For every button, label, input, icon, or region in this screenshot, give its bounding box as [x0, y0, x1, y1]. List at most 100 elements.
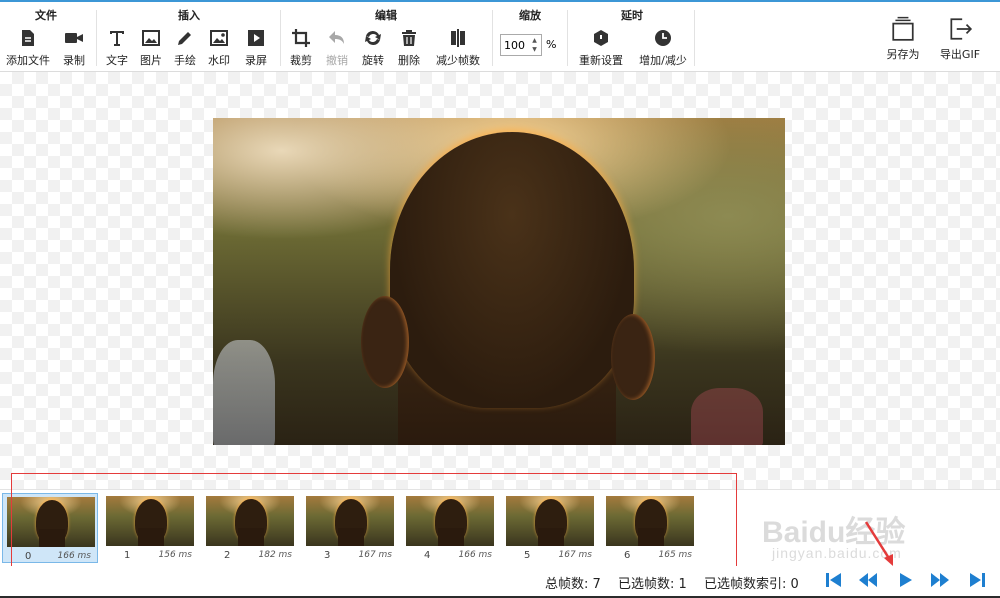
frame-thumbnail[interactable]: 1 156 ms [102, 493, 198, 563]
save-as-label: 另存为 [886, 48, 920, 61]
last-frame-icon [970, 573, 985, 587]
save-as-button[interactable]: 另存为 [880, 16, 926, 68]
frame-thumbnail-image [106, 496, 194, 546]
adjust-delay-button[interactable]: 增加/减少 [634, 28, 692, 68]
preview-canvas [0, 72, 1000, 489]
previous-frame-icon [859, 573, 877, 587]
delete-button[interactable]: 删除 [394, 28, 424, 68]
selected-frames-text: 已选帧数: 1 [618, 577, 687, 592]
frame-thumbnail-image [506, 496, 594, 546]
crop-icon [292, 29, 310, 47]
undo-label: 撤销 [326, 54, 348, 67]
frame-thumbnail-image [406, 496, 494, 546]
first-frame-button[interactable] [823, 570, 847, 592]
pencil-icon [178, 32, 191, 45]
frame-thumbnail[interactable]: 3 167 ms [302, 493, 398, 563]
draw-label: 手绘 [174, 54, 196, 67]
previous-frame-button[interactable] [857, 570, 881, 592]
group-title-zoom: 缩放 [519, 9, 541, 22]
image-icon [142, 30, 160, 46]
frame-thumbnail[interactable]: 0 166 ms [2, 493, 98, 563]
undo-button[interactable]: 撤销 [322, 28, 352, 68]
frame-index: 4 [424, 550, 431, 561]
image-head [390, 132, 634, 408]
reduce-frames-label: 减少帧数 [436, 54, 480, 67]
status-bar: 总帧数: 7 已选帧数: 1 已选帧数索引: 0 [0, 566, 1000, 596]
frame-thumbnail[interactable]: 4 166 ms [402, 493, 498, 563]
selected-index-text: 已选帧数索引: 0 [704, 577, 799, 592]
app-window: 文件 添加文件 录制 插入 文字 图片 手绘 水印 录屏 编辑 裁剪 撤销 旋转… [0, 0, 1000, 598]
toolbar-divider [96, 10, 97, 66]
frame-index: 1 [124, 550, 131, 561]
spin-up-icon[interactable]: ▲ [530, 36, 539, 45]
last-frame-button[interactable] [966, 570, 990, 592]
watermark-label: 水印 [208, 54, 230, 67]
camera-icon [65, 33, 83, 43]
frame-thumbnail[interactable]: 5 167 ms [502, 493, 598, 563]
zoom-value[interactable]: 100 [504, 39, 525, 52]
frame-duration: 166 ms [458, 550, 493, 560]
toolbar-divider [280, 10, 281, 66]
play-icon [900, 573, 912, 587]
record-label: 录制 [63, 54, 85, 67]
reset-delay-button[interactable]: 重新设置 [574, 28, 628, 68]
rotate-label: 旋转 [362, 54, 384, 67]
first-frame-icon [826, 573, 841, 587]
frame-duration: 167 ms [358, 550, 393, 560]
zoom-unit: % [546, 38, 557, 51]
screen-record-button[interactable]: 录屏 [240, 28, 272, 68]
export-icon [950, 18, 973, 40]
group-file: 文件 添加文件 录制 [0, 4, 92, 68]
frame-index: 5 [524, 550, 531, 561]
undo-icon [329, 31, 344, 44]
image-button[interactable]: 图片 [136, 28, 166, 68]
add-file-label: 添加文件 [6, 54, 50, 67]
toolbar-divider [694, 10, 695, 66]
clock-icon [655, 30, 671, 46]
watermark-icon [210, 30, 228, 46]
frame-index: 2 [224, 550, 231, 561]
rotate-button[interactable]: 旋转 [358, 28, 388, 68]
frame-thumbnail-image [606, 496, 694, 546]
image-ear-right [611, 314, 655, 400]
frame-duration: 182 ms [258, 550, 293, 560]
frame-index: 6 [624, 550, 631, 561]
toolbar-divider [567, 10, 568, 66]
frame-thumbnail-image [306, 496, 394, 546]
rotate-icon [365, 30, 381, 46]
add-file-button[interactable]: 添加文件 [2, 28, 54, 68]
total-frames-text: 总帧数: 7 [545, 577, 601, 592]
group-edit: 编辑 裁剪 撤销 旋转 删除 减少帧数 [284, 4, 488, 68]
reduce-frames-button[interactable]: 减少帧数 [430, 28, 486, 68]
export-gif-button[interactable]: 导出GIF [934, 16, 986, 68]
watermark-button[interactable]: 水印 [204, 28, 234, 68]
crop-button[interactable]: 裁剪 [286, 28, 316, 68]
record-button[interactable]: 录制 [58, 28, 90, 68]
group-title-edit: 编辑 [375, 9, 397, 22]
frame-thumbnail-image [7, 497, 95, 547]
draw-button[interactable]: 手绘 [170, 28, 200, 68]
reset-icon [594, 30, 608, 46]
frame-duration: 166 ms [57, 551, 92, 561]
group-insert: 插入 文字 图片 手绘 水印 录屏 [100, 4, 278, 68]
zoom-stepper[interactable]: 100 ▲ ▼ [500, 34, 542, 56]
export-gif-label: 导出GIF [939, 48, 981, 61]
next-frame-button[interactable] [929, 570, 953, 592]
toolbar: 文件 添加文件 录制 插入 文字 图片 手绘 水印 录屏 编辑 裁剪 撤销 旋转… [0, 2, 1000, 72]
group-title-delay: 延时 [621, 9, 643, 22]
play-button[interactable] [895, 570, 919, 592]
frame-strip[interactable]: 0 166 ms 1 156 ms 2 182 ms 3 167 ms 4 166 ms 5 167 … [0, 489, 1000, 566]
frame-thumbnail[interactable]: 6 165 ms [602, 493, 698, 563]
spin-down-icon[interactable]: ▼ [530, 45, 539, 54]
frame-thumbnail[interactable]: 2 182 ms [202, 493, 298, 563]
text-button[interactable]: 文字 [102, 28, 132, 68]
frame-index: 0 [25, 551, 32, 562]
screen-record-icon [248, 30, 264, 46]
save-as-icon [892, 16, 914, 41]
text-label: 文字 [106, 54, 128, 67]
file-icon [22, 30, 34, 46]
image-label: 图片 [140, 54, 162, 67]
frame-index: 3 [324, 550, 331, 561]
adjust-delay-label: 增加/减少 [639, 54, 687, 67]
toolbar-divider [492, 10, 493, 66]
